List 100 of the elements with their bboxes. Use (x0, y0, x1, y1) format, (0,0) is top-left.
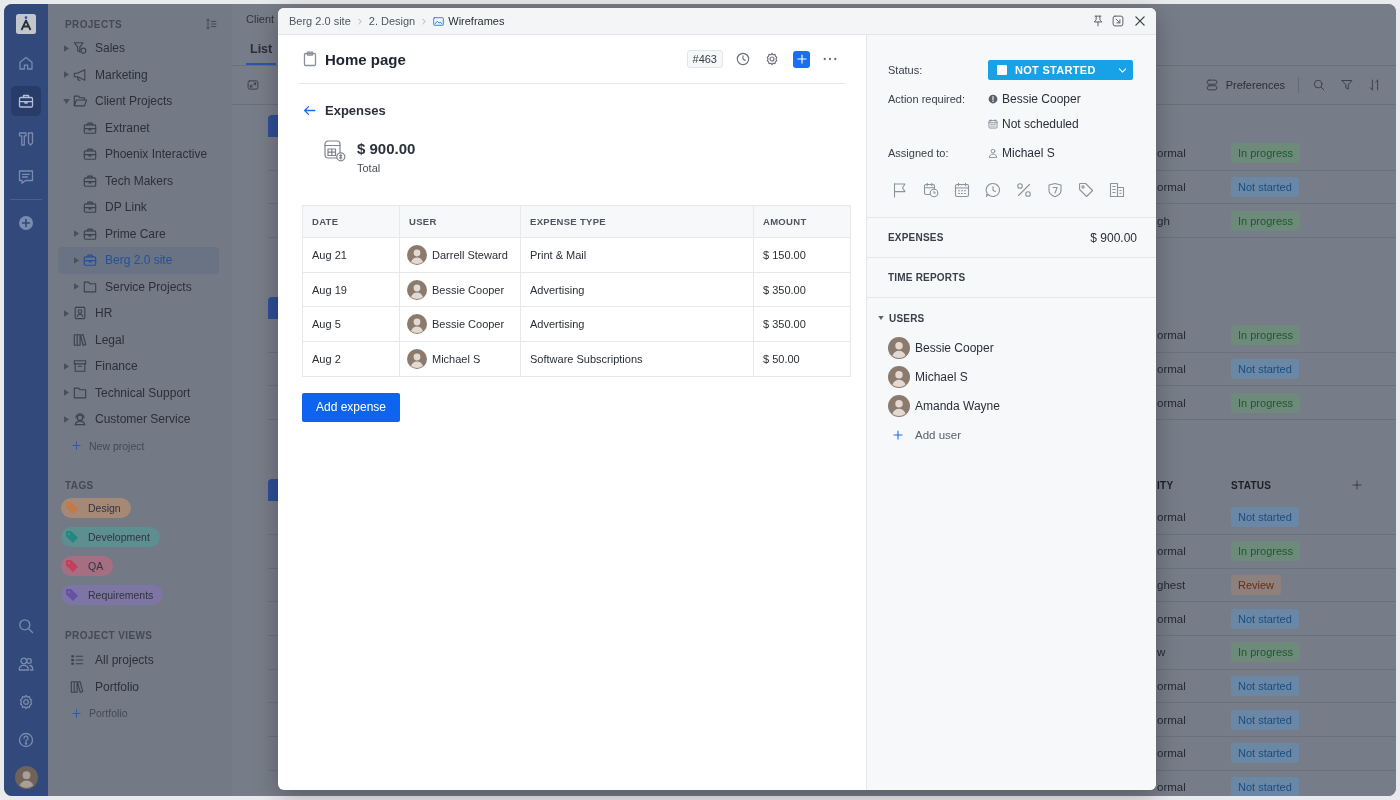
calendar-icon[interactable] (954, 182, 970, 198)
status-badge: In progress (1231, 325, 1301, 346)
tree-item[interactable]: Legal (58, 326, 219, 353)
expense-total: $ 900.00 (1090, 230, 1137, 245)
section-title: USERS (889, 312, 925, 324)
priority-cell: ormal (1157, 329, 1186, 342)
tree-item[interactable]: Berg 2.0 site (58, 247, 219, 274)
status-badge: Not started (1231, 709, 1299, 730)
tag-chip[interactable]: QA (61, 556, 114, 576)
chat-clock-icon[interactable] (985, 182, 1001, 198)
status-badge: In progress (1231, 143, 1301, 164)
percent-icon[interactable] (1016, 182, 1032, 198)
books-icon (70, 679, 84, 694)
table-cell: Advertising (520, 272, 754, 307)
task-number: #463 (686, 50, 723, 68)
building-icon[interactable] (1109, 182, 1125, 198)
column-header: ITY (1157, 479, 1174, 491)
megaphone-icon (73, 67, 87, 82)
section-title[interactable]: TIME REPORTS (888, 272, 966, 283)
breadcrumb-link[interactable]: Client (246, 12, 275, 26)
avatar-icon (888, 337, 910, 359)
user-name[interactable]: Bessie Cooper (915, 341, 994, 355)
group-header-tab[interactable] (268, 297, 278, 320)
tree-item[interactable]: Extranet (58, 114, 219, 141)
plus-icon (72, 708, 81, 718)
flag-icon[interactable] (892, 182, 908, 198)
chevron-down-icon (1118, 65, 1127, 75)
tree-item[interactable]: Customer Service (58, 406, 219, 433)
tag-chip[interactable]: Development (61, 527, 160, 547)
expand-icon[interactable] (247, 79, 259, 91)
status-badge: Not started (1231, 608, 1299, 629)
priority-cell: ormal (1157, 747, 1186, 760)
tree-item[interactable]: Marketing (58, 61, 219, 88)
add-button[interactable] (793, 50, 810, 68)
help-icon (18, 732, 34, 748)
status-badge: Not started (1231, 776, 1299, 796)
add-user-button[interactable]: Add user (893, 425, 962, 445)
view-item[interactable]: Portfolio (58, 673, 219, 700)
status-dropdown[interactable]: NOT STARTED (988, 60, 1133, 80)
funnel-icon (73, 41, 87, 56)
avatar-icon (407, 279, 427, 300)
status-badge: Not started (1231, 177, 1299, 198)
preferences-button[interactable]: Preferences (1205, 79, 1285, 91)
tree-item[interactable]: Tech Makers (58, 167, 219, 194)
search-icon[interactable] (1313, 79, 1325, 91)
briefcase-button[interactable] (11, 86, 41, 116)
calendar-clock-icon[interactable] (923, 182, 939, 198)
group-header-tab[interactable] (268, 479, 278, 502)
close-icon[interactable] (1134, 15, 1146, 27)
priority-cell: ghest (1157, 578, 1186, 591)
avatar-icon[interactable] (14, 766, 38, 789)
column-header: USER (399, 205, 521, 238)
breadcrumb-link[interactable]: Wireframes (448, 15, 505, 27)
back-arrow-icon[interactable] (303, 103, 316, 117)
briefcase-icon (83, 173, 97, 188)
column-header: AMOUNT (753, 205, 851, 238)
tree-item[interactable]: Sales (58, 35, 219, 62)
view-item[interactable]: All projects (58, 647, 219, 674)
settings-icon[interactable] (765, 52, 779, 66)
field-value[interactable]: Michael S (1002, 146, 1055, 160)
field-value[interactable]: Not scheduled (1002, 117, 1079, 131)
tree-item[interactable]: Phoenix Interactive (58, 141, 219, 168)
tree-item[interactable]: Client Projects (58, 88, 219, 115)
tree-item[interactable]: Finance (58, 353, 219, 380)
add-expense-button[interactable]: Add expense (302, 392, 400, 422)
tree-item[interactable]: Service Projects (58, 273, 219, 300)
clock-icon[interactable] (736, 52, 750, 66)
plus-icon (893, 430, 903, 440)
plus-icon (796, 54, 807, 64)
caret-icon[interactable] (878, 316, 884, 320)
breadcrumb-link[interactable]: Berg 2.0 site (289, 15, 351, 27)
status-badge: Review (1231, 574, 1282, 595)
tag-icon[interactable] (1078, 182, 1094, 198)
section-title[interactable]: EXPENSES (888, 232, 944, 243)
tree-item[interactable]: Technical Support (58, 379, 219, 406)
plus-icon[interactable] (1352, 480, 1362, 491)
logo-icon[interactable] (16, 14, 36, 34)
filter-icon[interactable] (1341, 79, 1353, 91)
tree-item[interactable]: Prime Care (58, 220, 219, 247)
sort-icon[interactable] (205, 18, 217, 30)
breadcrumb-link[interactable]: 2. Design (368, 15, 416, 27)
status-badge: In progress (1231, 642, 1301, 663)
field-value[interactable]: Bessie Cooper (1002, 92, 1081, 106)
clipboard-icon (303, 51, 317, 67)
sort-icon[interactable] (1369, 79, 1381, 91)
user-name[interactable]: Michael S (915, 370, 968, 384)
priority-cell: ormal (1157, 511, 1186, 524)
priority-cell: ormal (1157, 679, 1186, 692)
priority-cell: ormal (1157, 181, 1186, 194)
tree-item[interactable]: DP Link (58, 194, 219, 221)
user-name: Darrell Steward (432, 248, 508, 261)
status-badge: In progress (1231, 541, 1301, 562)
user-name[interactable]: Amanda Wayne (915, 399, 1000, 413)
shield-icon[interactable] (1047, 182, 1063, 198)
view-tab[interactable]: List (246, 42, 277, 65)
arrow-box-icon[interactable] (1112, 15, 1124, 27)
tag-chip[interactable]: Design (61, 498, 131, 518)
tag-chip[interactable]: Requirements (61, 585, 164, 605)
tree-item[interactable]: HR (58, 300, 219, 327)
pin-icon[interactable] (1092, 15, 1104, 27)
